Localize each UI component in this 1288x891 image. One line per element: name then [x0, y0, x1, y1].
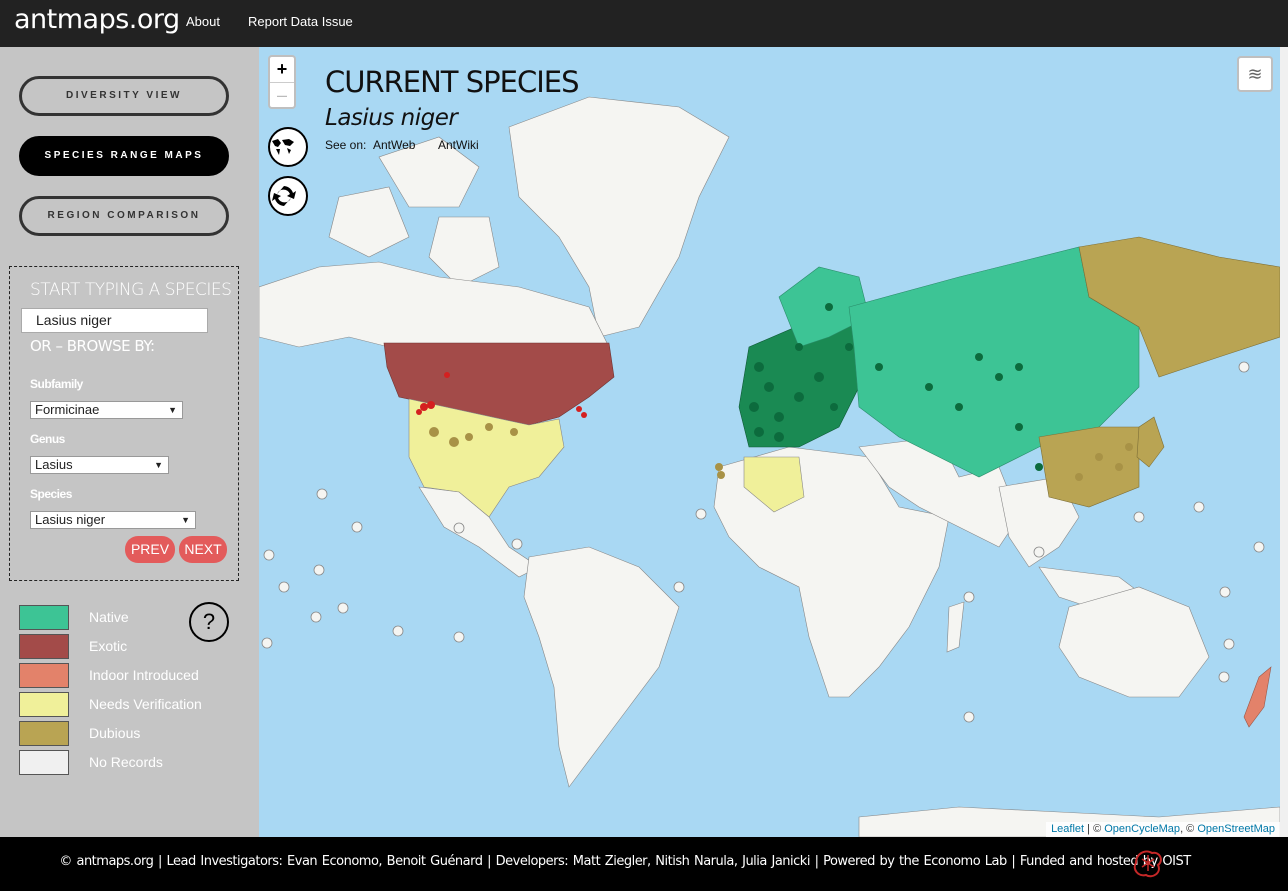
brand-logo[interactable]: antmaps.org	[14, 4, 180, 35]
species-search-input[interactable]: Lasius niger	[21, 308, 208, 333]
top-navbar: antmaps.org About Report Data Issue	[0, 0, 1288, 47]
map-view[interactable]: + – ≋ CURRENT SPECIES Lasius niger See o…	[259, 47, 1280, 837]
legend-item-needs-verification: Needs Verification	[19, 692, 249, 718]
map-title: CURRENT SPECIES	[325, 65, 579, 99]
australia	[1058, 586, 1210, 698]
legend-label: Dubious	[89, 725, 141, 741]
attrib-sep: , ©	[1180, 823, 1198, 835]
world-map[interactable]	[259, 47, 1280, 837]
legend-label: Indoor Introduced	[89, 667, 199, 683]
legend-label: Needs Verification	[89, 696, 202, 712]
genus-value: Lasius	[35, 457, 73, 472]
chevron-down-icon: ▼	[181, 515, 190, 525]
genus-label: Genus	[30, 432, 65, 446]
legend-swatch	[19, 721, 69, 746]
legend-item-indoor-introduced: Indoor Introduced	[19, 663, 249, 689]
map-species-name: Lasius niger	[325, 105, 458, 131]
footer-credits: © antmaps.org | Lead Investigators: Evan…	[59, 854, 1191, 869]
species-search-value: Lasius niger	[36, 312, 112, 328]
leaflet-link[interactable]: Leaflet	[1051, 823, 1084, 835]
scrollbar[interactable]	[1280, 47, 1288, 837]
openstreetmap-link[interactable]: OpenStreetMap	[1197, 823, 1275, 835]
species-select[interactable]: Lasius niger ▼	[30, 511, 196, 529]
help-button[interactable]: ?	[189, 602, 229, 642]
legend-label: No Records	[89, 754, 163, 770]
subfamily-value: Formicinae	[35, 402, 100, 417]
layers-icon[interactable]: ≋	[1237, 56, 1273, 92]
sidebar: DIVERSITY VIEW SPECIES RANGE MAPS REGION…	[0, 47, 259, 837]
genus-select[interactable]: Lasius ▼	[30, 456, 169, 474]
refresh-icon[interactable]	[268, 176, 308, 216]
chevron-down-icon: ▼	[154, 460, 163, 470]
footer: © antmaps.org | Lead Investigators: Evan…	[0, 837, 1288, 891]
subfamily-select[interactable]: Formicinae ▼	[30, 401, 183, 419]
species-value: Lasius niger	[35, 512, 106, 527]
legend-item-dubious: Dubious	[19, 721, 249, 747]
browse-by-heading: OR – BROWSE BY:	[30, 337, 155, 355]
see-on-label: See on:	[325, 138, 367, 152]
legend-item-no-records: No Records	[19, 750, 249, 776]
legend-label: Native	[89, 609, 129, 625]
alaska-north-canada	[259, 261, 610, 348]
antwiki-link[interactable]: AntWiki	[438, 138, 479, 152]
antweb-link[interactable]: AntWeb	[373, 138, 415, 152]
map-attribution: Leaflet | © OpenCycleMap, © OpenStreetMa…	[1046, 822, 1280, 837]
zoom-out-button[interactable]: –	[270, 82, 294, 107]
diversity-view-button[interactable]: DIVERSITY VIEW	[19, 76, 229, 116]
legend-swatch	[19, 750, 69, 775]
zoom-in-button[interactable]: +	[270, 57, 294, 82]
china-dubious	[1038, 426, 1140, 508]
legend-swatch	[19, 605, 69, 630]
legend-swatch	[19, 692, 69, 717]
next-button[interactable]: NEXT	[179, 536, 227, 563]
region-comparison-button[interactable]: REGION COMPARISON	[19, 196, 229, 236]
species-search-panel: START TYPING A SPECIES Lasius niger OR –…	[9, 266, 239, 581]
attrib-sep: | ©	[1084, 823, 1105, 835]
south-america	[523, 546, 680, 788]
nav-report-link[interactable]: Report Data Issue	[248, 14, 353, 29]
legend-label: Exotic	[89, 638, 128, 654]
legend-swatch	[19, 663, 69, 688]
species-label: Species	[30, 487, 72, 501]
globe-icon[interactable]	[268, 127, 308, 167]
species-range-maps-button[interactable]: SPECIES RANGE MAPS	[19, 136, 229, 176]
search-title: START TYPING A SPECIES	[30, 280, 232, 300]
opencyclemap-link[interactable]: OpenCycleMap	[1104, 823, 1180, 835]
oist-logo-icon	[1133, 850, 1162, 878]
prev-button[interactable]: PREV	[125, 536, 175, 563]
legend-swatch	[19, 634, 69, 659]
chevron-down-icon: ▼	[168, 405, 177, 415]
nav-about-link[interactable]: About	[186, 14, 220, 29]
subfamily-label: Subfamily	[30, 377, 83, 391]
zoom-control: + –	[268, 55, 296, 109]
